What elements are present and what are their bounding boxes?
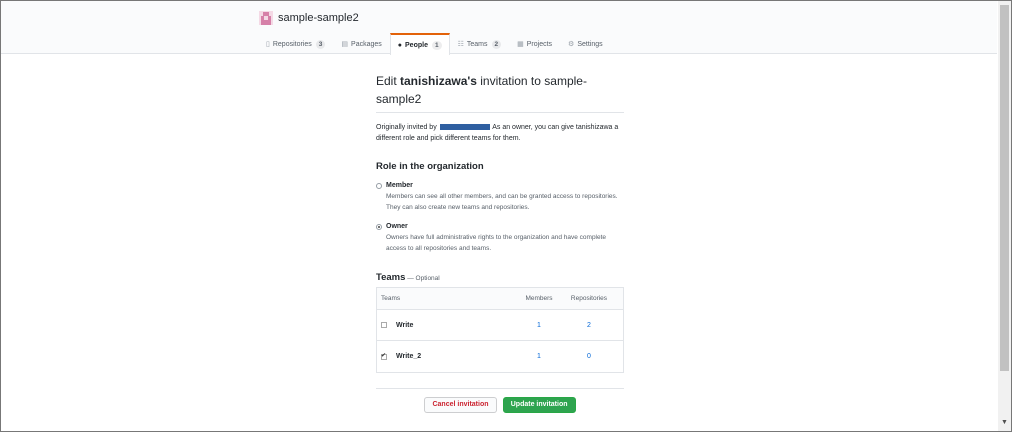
title-prefix: Edit: [376, 74, 401, 88]
member-radio[interactable]: [376, 183, 382, 189]
gear-icon: ⚙: [568, 41, 575, 48]
team-cell: Write: [377, 322, 515, 329]
project-icon: ▦: [517, 41, 524, 48]
tab-projects[interactable]: ▦ Projects: [509, 33, 560, 54]
repo-icon: ▯: [266, 41, 270, 48]
teams-table-header: Teams Members Repositories: [377, 288, 623, 310]
tab-repositories[interactable]: ▯ Repositories 3: [258, 33, 333, 54]
tab-label: Packages: [351, 40, 382, 48]
update-invitation-button[interactable]: Update invitation: [502, 397, 576, 413]
package-icon: ▤: [341, 41, 349, 48]
col-members: Members: [525, 295, 553, 302]
title-user: tanishizawa's: [400, 74, 477, 88]
owner-radio[interactable]: [376, 224, 382, 230]
invitation-note: Originally invited by As an owner, you c…: [376, 122, 624, 144]
org-tabs: ▯ Repositories 3 ▤ Packages ● People 1 ☷…: [258, 33, 611, 55]
table-row: Write 1 2: [377, 310, 623, 341]
teams-heading: Teams — Optional: [376, 272, 624, 283]
invited-prefix: Originally invited by: [376, 124, 437, 131]
table-row: Write_2 1 0: [377, 341, 623, 372]
role-option-member[interactable]: Member Members can see all other members…: [376, 182, 624, 213]
role-heading: Role in the organization: [376, 161, 484, 172]
role-name: Owner: [386, 223, 408, 230]
optional-label: — Optional: [405, 275, 440, 282]
col-teams: Teams: [381, 295, 401, 302]
teams-table: Teams Members Repositories Write 1 2 Wri…: [376, 287, 624, 373]
tab-people[interactable]: ● People 1: [389, 33, 450, 55]
team-name: Write: [396, 321, 414, 329]
role-option-owner[interactable]: Owner Owners have full administrative ri…: [376, 223, 624, 254]
members-count-link[interactable]: 1: [515, 322, 563, 329]
scroll-thumb[interactable]: [1000, 5, 1009, 371]
tab-label: Repositories: [272, 40, 312, 48]
role-name: Member: [386, 182, 413, 189]
person-icon: ●: [397, 41, 403, 49]
teams-heading-label: Teams: [376, 272, 406, 283]
team-checkbox[interactable]: [381, 322, 387, 328]
col-repositories: Repositories: [570, 295, 608, 302]
role-description: Members can see all other members, and c…: [386, 193, 618, 211]
team-checkbox[interactable]: [381, 352, 387, 360]
tab-teams[interactable]: ☷ Teams 2: [450, 33, 510, 54]
org-header: sample-sample2 ▯ Repositories 3 ▤ Packag…: [1, 1, 997, 55]
redacted-username: [439, 124, 490, 131]
org-name[interactable]: sample-sample2: [278, 12, 359, 24]
team-name: Write_2: [396, 353, 422, 360]
tab-settings[interactable]: ⚙ Settings: [560, 33, 611, 54]
tab-counter: 3: [315, 39, 326, 49]
teams-icon: ☷: [457, 41, 464, 48]
page-title: Edit tanishizawa's invitation to sample-…: [376, 72, 624, 113]
tab-label: People: [405, 41, 428, 49]
tab-counter: 2: [491, 39, 502, 49]
role-description: Owners have full administrative rights t…: [386, 234, 607, 252]
team-cell: Write_2: [377, 352, 515, 360]
repos-count-link[interactable]: 2: [563, 322, 615, 329]
form-actions: Cancel invitation Update invitation: [376, 388, 624, 413]
tab-label: Teams: [466, 40, 488, 48]
tab-label: Settings: [577, 40, 603, 48]
vertical-scrollbar[interactable]: ▼: [998, 1, 1011, 431]
tab-counter: 1: [431, 40, 442, 50]
repos-count-link[interactable]: 0: [563, 353, 615, 360]
org-avatar-icon[interactable]: [259, 11, 273, 25]
scroll-down-arrow-icon[interactable]: ▼: [1001, 419, 1008, 426]
tab-packages[interactable]: ▤ Packages: [333, 33, 389, 54]
cancel-invitation-button[interactable]: Cancel invitation: [424, 397, 497, 413]
edit-invitation-form: Edit tanishizawa's invitation to sample-…: [376, 72, 624, 413]
members-count-link[interactable]: 1: [515, 353, 563, 360]
tab-label: Projects: [526, 40, 553, 48]
